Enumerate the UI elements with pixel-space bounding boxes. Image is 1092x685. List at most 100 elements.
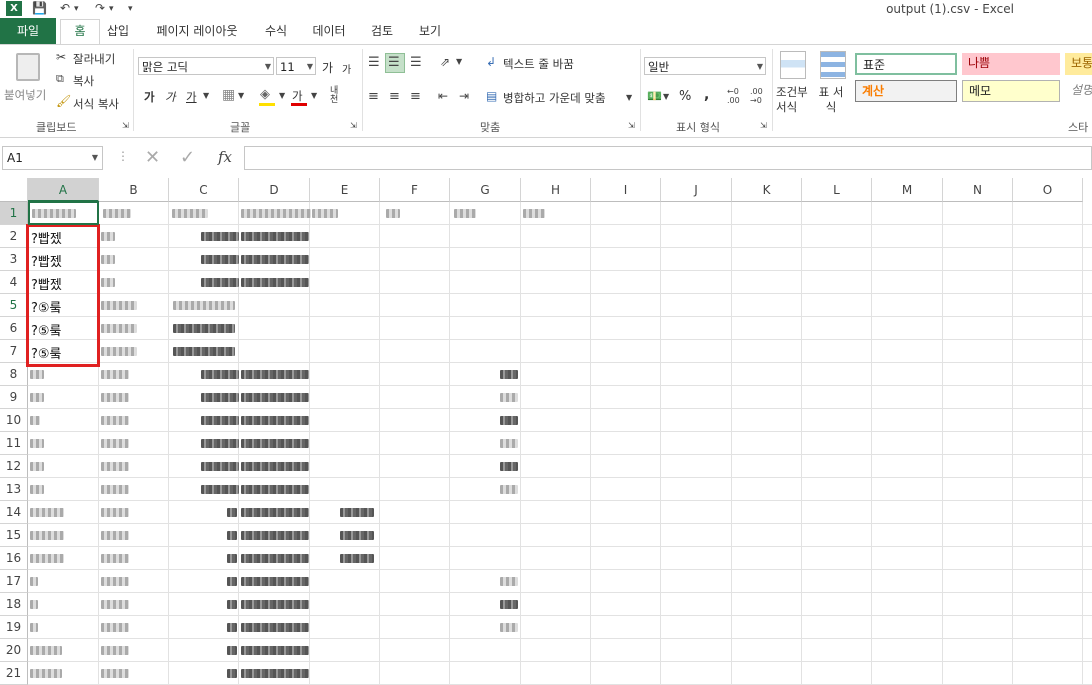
dialog-launcher-icon[interactable]: ⇲ — [628, 121, 635, 130]
row-header-5[interactable]: 5 — [0, 294, 28, 317]
column-header-c[interactable]: C — [169, 178, 239, 202]
table-format-button[interactable]: 표 서식 — [818, 85, 844, 115]
style-explanatory[interactable]: 설명 — [1065, 80, 1092, 102]
align-bottom-icon[interactable]: ☰ — [410, 55, 422, 70]
row-header-8[interactable]: 8 — [0, 363, 28, 386]
phonetic-button[interactable]: 내천 — [330, 87, 344, 105]
align-middle-button[interactable]: ☰ — [385, 53, 405, 73]
column-header-h[interactable]: H — [521, 178, 591, 202]
percent-button[interactable]: % — [679, 89, 691, 104]
column-header-o[interactable]: O — [1013, 178, 1083, 202]
chevron-down-icon[interactable]: ▼ — [203, 91, 209, 100]
column-header-l[interactable]: L — [802, 178, 872, 202]
column-header-k[interactable]: K — [732, 178, 802, 202]
row-header-4[interactable]: 4 — [0, 271, 28, 294]
row-header-1[interactable]: 1 — [0, 202, 28, 225]
row-header-9[interactable]: 9 — [0, 386, 28, 409]
undo-icon[interactable]: ↶ — [60, 1, 70, 15]
tab-formulas[interactable]: 수식 — [258, 20, 294, 42]
tab-page-layout[interactable]: 페이지 레이아웃 — [148, 20, 246, 42]
chevron-down-icon[interactable]: ▼ — [626, 93, 632, 102]
comma-button[interactable]: , — [704, 87, 709, 103]
chevron-down-icon[interactable]: ▼ — [311, 91, 317, 100]
currency-icon[interactable]: 💵 — [647, 89, 662, 103]
row-header-19[interactable]: 19 — [0, 616, 28, 639]
underline-button[interactable]: 가 — [186, 89, 197, 105]
column-header-m[interactable]: M — [872, 178, 943, 202]
column-header-j[interactable]: J — [661, 178, 732, 202]
number-format-combo[interactable]: 일반 ▼ — [644, 57, 766, 75]
conditional-format-button[interactable]: 조건부 서식 — [776, 85, 812, 115]
column-header-b[interactable]: B — [99, 178, 169, 202]
selected-cell[interactable] — [28, 201, 99, 225]
decrease-decimal-icon[interactable]: .00 →0 — [750, 87, 763, 105]
border-icon[interactable]: ▦ — [222, 87, 235, 103]
tab-data[interactable]: 데이터 — [306, 20, 352, 42]
tab-home[interactable]: 홈 — [60, 19, 100, 45]
row-header-14[interactable]: 14 — [0, 501, 28, 524]
undo-dropdown-icon[interactable]: ▾ — [74, 4, 79, 14]
increase-decimal-icon[interactable]: ←0.00 — [727, 87, 740, 105]
paste-button[interactable]: 붙여넣기 — [4, 49, 50, 102]
row-header-18[interactable]: 18 — [0, 593, 28, 616]
fill-color-icon[interactable]: ◈ — [260, 87, 270, 102]
row-header-2[interactable]: 2 — [0, 225, 28, 248]
style-neutral[interactable]: 보통 — [1065, 53, 1092, 75]
chevron-down-icon[interactable]: ▼ — [456, 57, 462, 66]
formula-input[interactable] — [244, 146, 1092, 170]
quick-access-customize-icon[interactable]: ▾ — [128, 4, 133, 14]
style-normal[interactable]: 표준 — [855, 53, 957, 75]
row-header-15[interactable]: 15 — [0, 524, 28, 547]
chevron-down-icon[interactable]: ▼ — [663, 92, 669, 101]
font-color-button[interactable]: 가 — [292, 88, 303, 104]
cancel-icon[interactable]: ✕ — [145, 147, 160, 168]
column-header-e[interactable]: E — [310, 178, 380, 202]
row-header-13[interactable]: 13 — [0, 478, 28, 501]
tab-view[interactable]: 보기 — [412, 20, 448, 42]
column-header-a[interactable]: A — [28, 178, 99, 202]
row-header-17[interactable]: 17 — [0, 570, 28, 593]
decrease-indent-icon[interactable]: ⇤ — [438, 89, 448, 103]
tab-insert[interactable]: 삽입 — [100, 20, 136, 42]
row-header-12[interactable]: 12 — [0, 455, 28, 478]
align-center-icon[interactable]: ≡ — [389, 89, 400, 104]
align-left-icon[interactable]: ≡ — [368, 89, 379, 104]
row-header-16[interactable]: 16 — [0, 547, 28, 570]
row-header-21[interactable]: 21 — [0, 662, 28, 685]
column-header-i[interactable]: I — [591, 178, 661, 202]
row-header-6[interactable]: 6 — [0, 317, 28, 340]
redo-dropdown-icon[interactable]: ▾ — [109, 4, 114, 14]
align-top-icon[interactable]: ☰ — [368, 55, 380, 70]
save-icon[interactable]: 💾 — [32, 1, 47, 15]
merge-center-button[interactable]: 병합하고 가운데 맞춤 — [503, 90, 606, 106]
style-bad[interactable]: 나쁨 — [962, 53, 1060, 75]
grow-font-button[interactable]: 가 — [322, 59, 333, 76]
wrap-text-button[interactable]: 텍스트 줄 바꿈 — [503, 56, 574, 72]
bold-button[interactable]: 가 — [144, 89, 155, 105]
redo-icon[interactable]: ↷ — [95, 1, 105, 15]
column-header-f[interactable]: F — [380, 178, 450, 202]
dialog-launcher-icon[interactable]: ⇲ — [122, 121, 129, 130]
tab-review[interactable]: 검토 — [364, 20, 400, 42]
copy-button[interactable]: 복사 — [73, 73, 94, 89]
font-name-combo[interactable]: 맑은 고딕 ▼ — [138, 57, 274, 75]
insert-function-button[interactable]: fx — [218, 148, 232, 166]
row-header-20[interactable]: 20 — [0, 639, 28, 662]
style-note[interactable]: 메모 — [962, 80, 1060, 102]
font-size-combo[interactable]: 11 ▼ — [276, 57, 316, 75]
italic-button[interactable]: 가 — [165, 89, 176, 105]
row-header-7[interactable]: 7 — [0, 340, 28, 363]
shrink-font-button[interactable]: 가 — [342, 61, 351, 76]
enter-icon[interactable]: ✓ — [180, 147, 195, 168]
row-header-11[interactable]: 11 — [0, 432, 28, 455]
column-header-d[interactable]: D — [239, 178, 310, 202]
row-header-10[interactable]: 10 — [0, 409, 28, 432]
align-right-icon[interactable]: ≡ — [410, 89, 421, 104]
column-header-n[interactable]: N — [943, 178, 1013, 202]
column-header-g[interactable]: G — [450, 178, 521, 202]
format-painter-button[interactable]: 서식 복사 — [73, 96, 119, 112]
cut-button[interactable]: 잘라내기 — [73, 51, 115, 67]
select-all-corner[interactable] — [0, 178, 28, 202]
name-box[interactable]: A1 ▼ — [2, 146, 103, 170]
style-calculation[interactable]: 계산 — [855, 80, 957, 102]
